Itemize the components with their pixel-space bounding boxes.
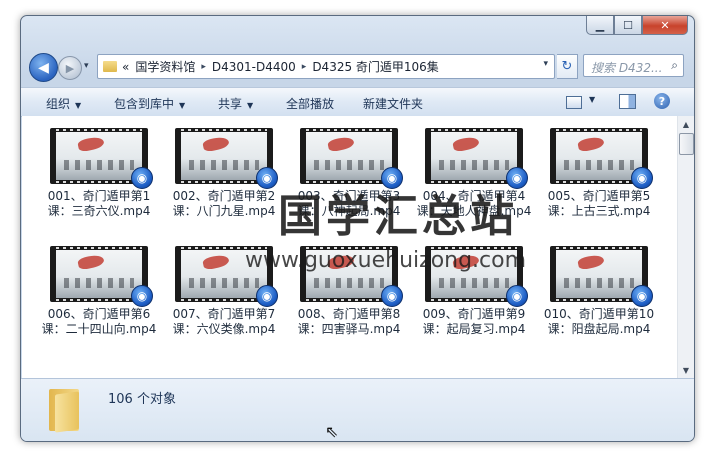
file-item[interactable]: ◉ 010、奇门遁甲第10课：阳盘起局.mp4 <box>541 246 657 337</box>
minimize-button[interactable]: ▁ <box>586 16 614 35</box>
video-thumbnail: ◉ <box>175 128 278 189</box>
video-thumbnail: ◉ <box>550 128 653 189</box>
refresh-button[interactable]: ↻ <box>557 54 578 79</box>
media-player-icon: ◉ <box>506 285 528 307</box>
video-thumbnail: ◉ <box>425 128 528 189</box>
file-item[interactable]: ◉ 001、奇门遁甲第1课：三奇六仪.mp4 <box>41 128 157 219</box>
file-name: 002、奇门遁甲第2课：八门九星.mp4 <box>172 189 276 218</box>
media-player-icon: ◉ <box>131 285 153 307</box>
breadcrumb-item-1[interactable]: 国学资料馆 <box>135 58 195 75</box>
back-button[interactable]: ◀ <box>29 53 58 82</box>
search-placeholder: 搜索 D432... <box>591 61 663 75</box>
folder-icon <box>49 389 79 433</box>
navigation-bar: ◀ ▶ ▾ « 国学资料馆 ▸ D4301-D4400 ▸ D4325 奇门遁甲… <box>29 53 684 82</box>
caption-buttons: ▁ ☐ ✕ <box>586 16 688 36</box>
new-folder-button[interactable]: 新建文件夹 <box>363 95 423 112</box>
video-thumbnail: ◉ <box>550 246 653 307</box>
breadcrumb-separator-icon[interactable]: ▸ <box>302 62 307 72</box>
forward-button[interactable]: ▶ <box>58 56 82 80</box>
media-player-icon: ◉ <box>631 285 653 307</box>
maximize-button[interactable]: ☐ <box>614 16 642 35</box>
search-icon[interactable]: ⌕ <box>671 58 678 73</box>
video-thumbnail: ◉ <box>300 128 403 189</box>
scroll-down-icon[interactable]: ▼ <box>678 362 694 378</box>
file-item[interactable]: ◉ 005、奇门遁甲第5课：上古三式.mp4 <box>541 128 657 219</box>
video-thumbnail: ◉ <box>50 128 153 189</box>
scrollbar-thumb[interactable] <box>679 133 694 155</box>
folder-icon <box>103 61 117 72</box>
scroll-up-icon[interactable]: ▲ <box>678 116 694 132</box>
file-name: 007、奇门遁甲第7课：六仪类像.mp4 <box>172 307 276 336</box>
include-in-library-label: 包含到库中 <box>114 97 175 111</box>
file-name: 008、奇门遁甲第8课：四害驿马.mp4 <box>297 307 401 336</box>
command-bar: 组织 ▼ 包含到库中 ▼ 共享 ▼ 全部播放 新建文件夹 ▼ ? <box>21 87 694 117</box>
details-pane: 106 个对象 <box>21 378 694 441</box>
media-player-icon: ◉ <box>256 285 278 307</box>
item-count: 106 个对象 <box>108 392 176 407</box>
share-label: 共享 <box>218 97 243 111</box>
vertical-scrollbar[interactable]: ▲ ▼ <box>677 116 694 378</box>
organize-label: 组织 <box>46 97 71 111</box>
share-menu[interactable]: 共享 ▼ <box>218 95 253 112</box>
chevron-down-icon: ▼ <box>179 101 186 110</box>
file-name: 009、奇门遁甲第9课：起局复习.mp4 <box>422 307 526 336</box>
view-options-dropdown[interactable]: ▼ <box>589 95 595 104</box>
search-input[interactable]: 搜索 D432... ⌕ <box>583 54 684 77</box>
media-player-icon: ◉ <box>631 167 653 189</box>
breadcrumb-item-3[interactable]: D4325 奇门遁甲106集 <box>312 58 439 75</box>
address-bar[interactable]: « 国学资料馆 ▸ D4301-D4400 ▸ D4325 奇门遁甲106集 ▾ <box>97 54 555 79</box>
media-player-icon: ◉ <box>131 167 153 189</box>
play-all-button[interactable]: 全部播放 <box>286 95 334 112</box>
include-in-library-menu[interactable]: 包含到库中 ▼ <box>114 95 185 112</box>
recent-pages-dropdown[interactable]: ▾ <box>84 61 89 71</box>
breadcrumb-item-2[interactable]: D4301-D4400 <box>212 60 296 74</box>
change-view-icon[interactable] <box>566 96 582 109</box>
chevron-down-icon: ▼ <box>247 101 254 110</box>
mouse-cursor-icon: ⇖ <box>325 422 339 441</box>
preview-pane-icon[interactable] <box>619 94 636 109</box>
media-player-icon: ◉ <box>381 285 403 307</box>
file-list: ◉ 001、奇门遁甲第1课：三奇六仪.mp4 ◉ 002、奇门遁甲第2课：八门九星.m… <box>22 116 677 378</box>
help-icon[interactable]: ? <box>654 93 670 109</box>
file-name: 001、奇门遁甲第1课：三奇六仪.mp4 <box>47 189 151 218</box>
watermark-title: 国学汇总站 <box>278 191 518 242</box>
file-name: 010、奇门遁甲第10课：阳盘起局.mp4 <box>543 307 655 336</box>
close-button[interactable]: ✕ <box>642 16 688 35</box>
file-item[interactable]: ◉ 002、奇门遁甲第2课：八门九星.mp4 <box>166 128 282 219</box>
breadcrumb-overflow[interactable]: « <box>122 60 129 74</box>
file-name: 005、奇门遁甲第5课：上古三式.mp4 <box>547 189 651 218</box>
organize-menu[interactable]: 组织 ▼ <box>46 95 81 112</box>
file-item[interactable]: ◉ 006、奇门遁甲第6课：二十四山向.mp4 <box>41 246 157 337</box>
file-name: 006、奇门遁甲第6课：二十四山向.mp4 <box>41 307 157 336</box>
breadcrumb-separator-icon[interactable]: ▸ <box>201 62 206 72</box>
video-thumbnail: ◉ <box>50 246 153 307</box>
media-player-icon: ◉ <box>256 167 278 189</box>
watermark-url: www.guoxuehuizong.com <box>245 248 527 273</box>
chevron-down-icon: ▼ <box>75 101 82 110</box>
address-dropdown-icon[interactable]: ▾ <box>543 59 548 69</box>
